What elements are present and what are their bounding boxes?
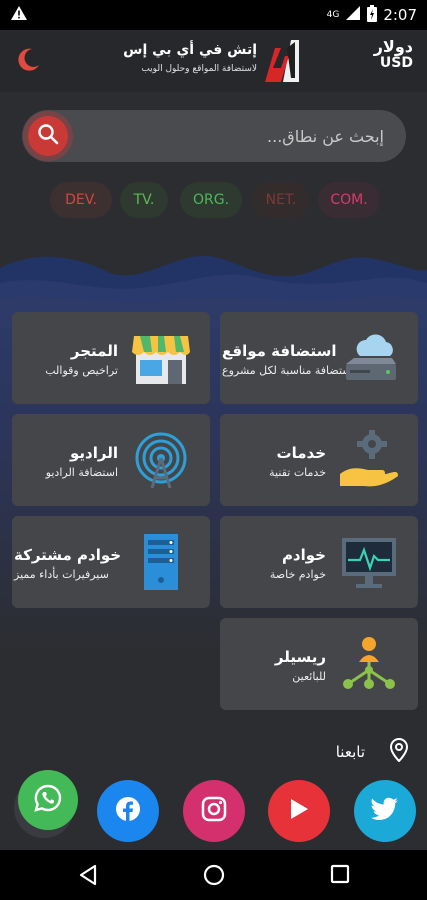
recents-square-icon (330, 864, 350, 888)
tld-chip-dev[interactable]: DEV. (50, 182, 112, 218)
logo-tagline: لاستضافة المواقع وحلول الويب (141, 64, 257, 74)
network-label: 4G (326, 10, 340, 20)
whatsapp-icon (34, 784, 62, 816)
card-dedicated-servers[interactable]: خوادم خوادم خاصة (220, 516, 418, 608)
search-icon (37, 123, 59, 149)
facebook-button[interactable] (97, 780, 159, 842)
currency-label-en: USD (379, 55, 413, 71)
status-bar: 4G 2:07 (0, 0, 427, 30)
follow-us-row: تابعنا (335, 737, 409, 766)
card-title: خوادم مشتركة (14, 546, 122, 564)
recents-button[interactable] (330, 864, 350, 888)
play-icon (289, 798, 309, 824)
moon-icon[interactable] (14, 46, 42, 78)
card-subtitle: سيرفيرات بأداء مميز (14, 568, 109, 581)
battery-icon (367, 4, 378, 26)
tld-chip-tv[interactable]: TV. (120, 182, 168, 218)
reseller-network-icon (338, 634, 400, 694)
back-button[interactable] (78, 864, 98, 890)
whatsapp-button[interactable] (18, 770, 78, 830)
card-subtitle: خدمات تقنية (269, 466, 326, 479)
monitor-icon (338, 532, 400, 592)
tld-chip-label: DEV. (65, 192, 97, 208)
instagram-button[interactable] (183, 780, 245, 842)
radio-tower-icon (130, 430, 192, 490)
card-web-hosting[interactable]: استضافة مواقع استضافة مناسبة لكل مشروع (220, 312, 418, 404)
tld-chip-org[interactable]: ORG. (180, 182, 242, 218)
logo-mark-icon (261, 38, 301, 88)
domain-search-bar (22, 110, 406, 162)
card-title: خوادم (281, 546, 326, 564)
card-title: ريسيلر (274, 648, 326, 666)
server-rack-icon (130, 532, 192, 592)
signal-icon (345, 5, 361, 25)
card-title: استضافة مواقع (222, 342, 337, 360)
card-title: الراديو (70, 444, 118, 462)
facebook-icon (115, 796, 141, 826)
card-subtitle: تراخيص وقوالب (45, 364, 118, 377)
follow-us-label: تابعنا (335, 743, 365, 761)
card-subtitle: للبائعين (292, 670, 326, 683)
back-triangle-icon (78, 864, 98, 890)
home-button[interactable] (203, 864, 225, 890)
domain-search-input[interactable] (82, 110, 394, 162)
tld-chip-com[interactable]: COM. (318, 182, 380, 218)
location-pin-icon (389, 737, 409, 766)
card-reseller[interactable]: ريسيلر للبائعين (220, 618, 418, 710)
instagram-icon (201, 796, 227, 826)
clock: 2:07 (383, 6, 417, 24)
twitter-icon (371, 797, 399, 825)
card-title: خدمات (276, 444, 326, 462)
tld-chip-label: ORG. (192, 192, 230, 208)
store-icon (130, 328, 192, 388)
card-shared-servers[interactable]: خوادم مشتركة سيرفيرات بأداء مميز (12, 516, 210, 608)
card-subtitle: خوادم خاصة (269, 568, 326, 581)
currency-label-ar: دولار (373, 37, 413, 56)
cloud-server-icon (338, 328, 400, 388)
tld-chip-label: TV. (133, 192, 155, 208)
card-subtitle: استضافة الراديو (45, 466, 118, 479)
search-button[interactable] (28, 116, 68, 156)
tld-chip-label: NET. (265, 192, 297, 208)
card-radio[interactable]: الراديو استضافة الراديو (12, 414, 210, 506)
card-store[interactable]: المتجر تراخيص وقوالب (12, 312, 210, 404)
tld-chip-net[interactable]: NET. (252, 182, 310, 218)
youtube-button[interactable] (268, 780, 330, 842)
app-header: إتش في أي بي إس لاستضافة المواقع وحلول ا… (0, 30, 427, 92)
tld-chip-label: COM. (330, 192, 368, 208)
brand-logo[interactable]: إتش في أي بي إس لاستضافة المواقع وحلول ا… (123, 34, 305, 88)
twitter-button[interactable] (354, 780, 416, 842)
logo-title: إتش في أي بي إس (123, 42, 257, 58)
warning-icon (10, 5, 28, 25)
card-services[interactable]: خدمات خدمات تقنية (220, 414, 418, 506)
tld-chip-row: DEV. TV. ORG. NET. COM. (50, 182, 380, 218)
currency-selector[interactable]: دولار USD (374, 38, 413, 72)
system-nav-bar (0, 850, 427, 900)
gear-hand-icon (338, 429, 400, 490)
home-circle-icon (203, 864, 225, 890)
card-title: المتجر (70, 342, 118, 360)
card-subtitle: استضافة مناسبة لكل مشروع (222, 364, 355, 377)
